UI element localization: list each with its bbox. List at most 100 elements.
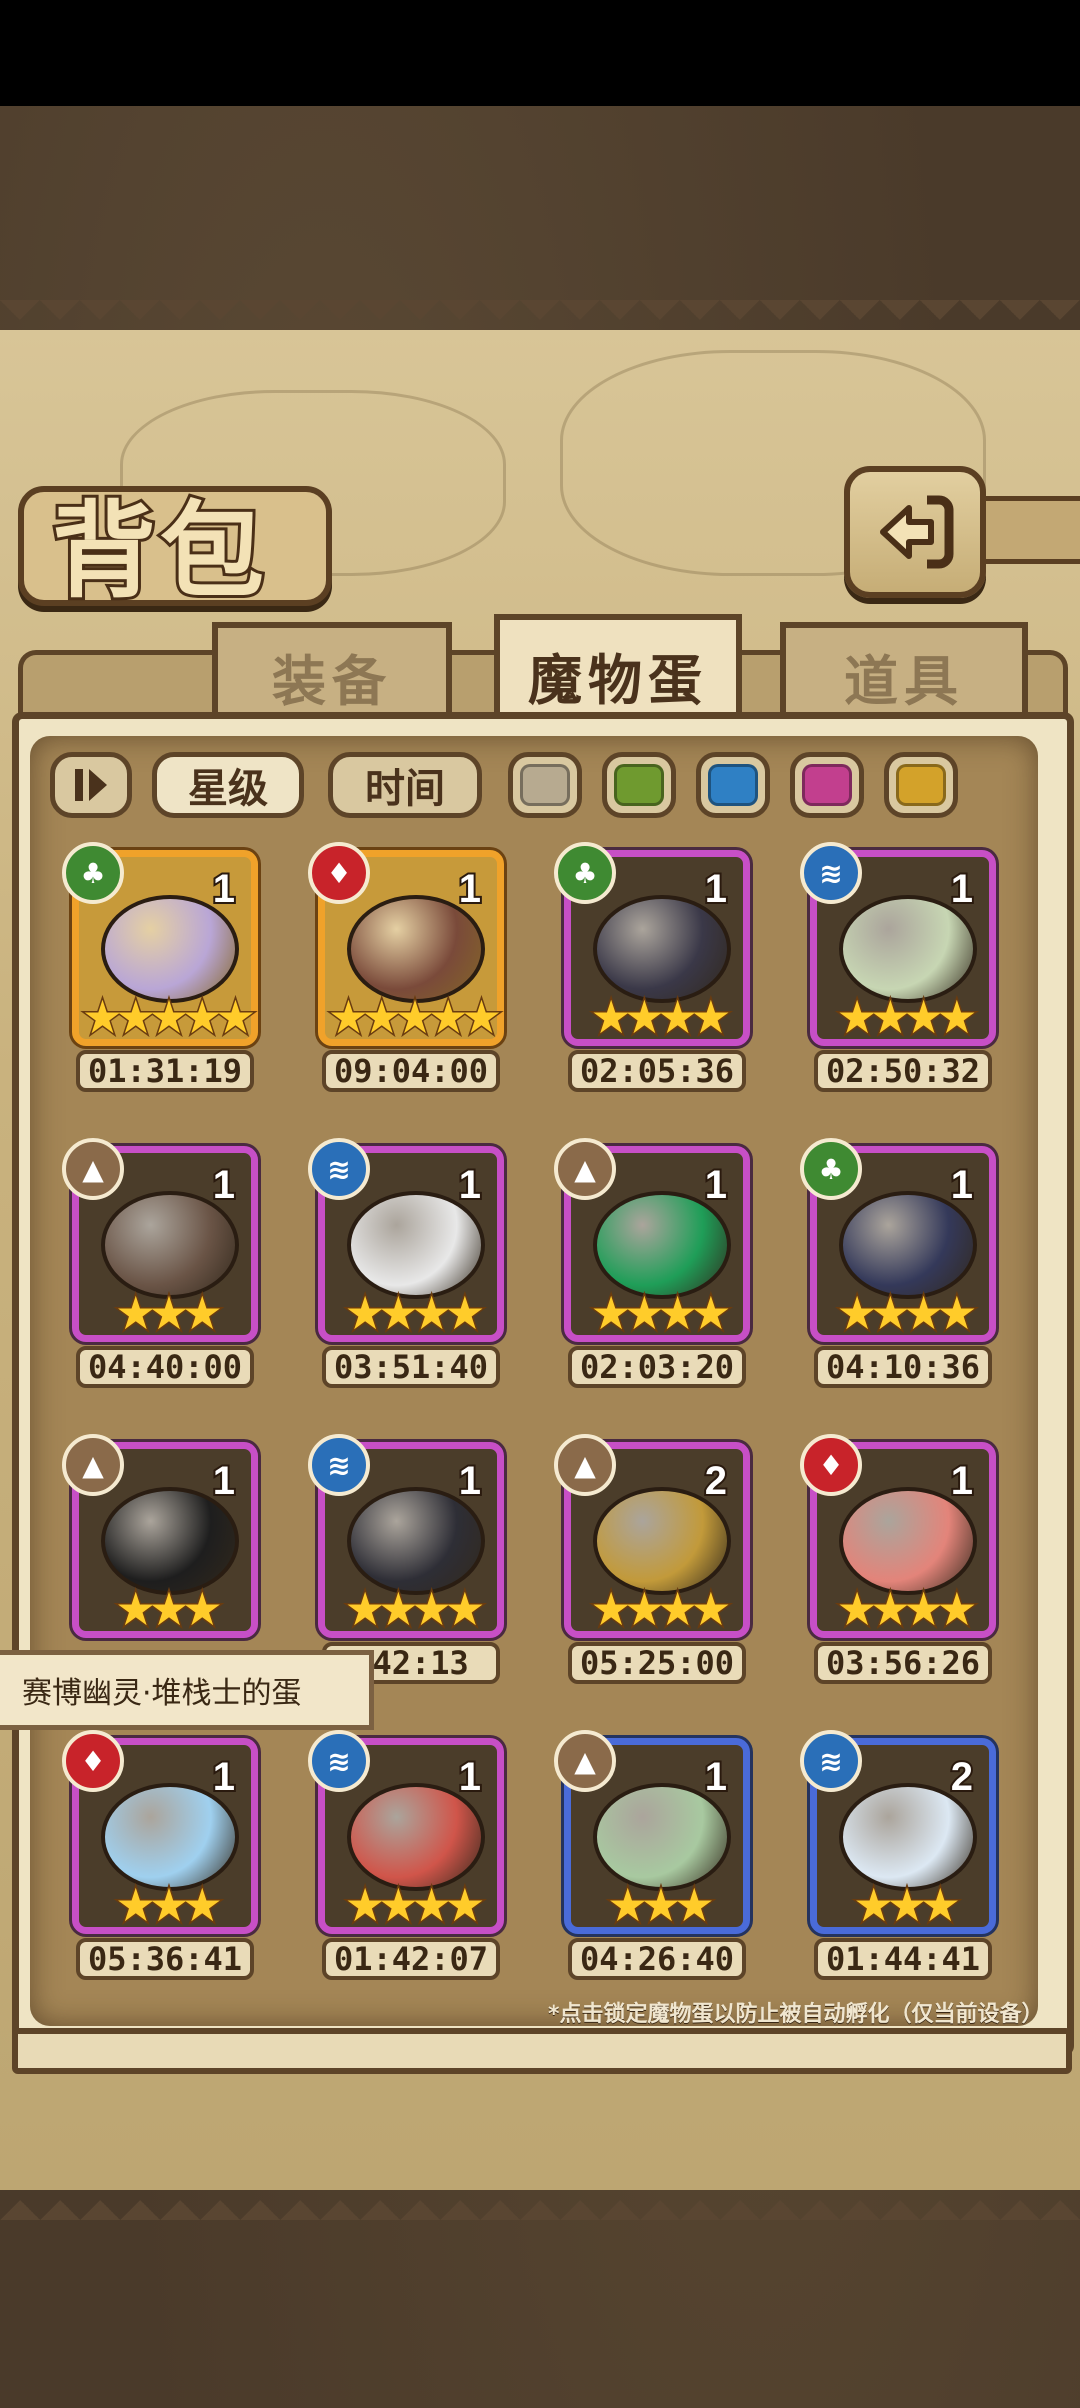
rarity-swatch	[708, 764, 758, 806]
tab-label: 道具	[844, 648, 964, 713]
hatch-timer: 09:04:00	[322, 1050, 500, 1092]
sort-by-star-button[interactable]: 星级	[152, 752, 304, 818]
sort-time-label: 时间	[365, 766, 445, 812]
star-rating: ★★★★★	[80, 990, 257, 1044]
star-rating: ★★★★★	[326, 990, 503, 1044]
star-rating: ★★★	[114, 1286, 225, 1340]
star-rating: ★★★	[114, 1878, 225, 1932]
filter-rarity-uncommon[interactable]	[602, 752, 676, 818]
egg-card[interactable]: 1 ♦ ★★★ 05:36:41	[62, 1730, 268, 1988]
hatch-timer: 02:05:36	[568, 1050, 746, 1092]
filter-rarity-epic[interactable]	[790, 752, 864, 818]
egg-count: 1	[457, 865, 483, 913]
egg-count: 1	[211, 1753, 237, 1801]
water-element-icon: ≋	[800, 1730, 862, 1792]
rarity-swatch	[802, 764, 852, 806]
back-button[interactable]	[844, 466, 986, 598]
hatch-timer: 03:51:40	[322, 1346, 500, 1388]
grass-element-icon: ♣	[554, 842, 616, 904]
egg-count: 1	[457, 1457, 483, 1505]
page-title: 背包	[49, 486, 269, 615]
rarity-swatch	[520, 764, 570, 806]
grass-element-icon: ♣	[800, 1138, 862, 1200]
earth-element-icon: ▲	[554, 1434, 616, 1496]
earth-element-icon: ▲	[62, 1138, 124, 1200]
tooltip-text: 赛博幽灵·堆栈士的蛋	[22, 1676, 302, 1711]
star-rating: ★★★★	[835, 1286, 979, 1340]
egg-card[interactable]: 1 ♦ ★★★★ 03:56:26	[800, 1434, 1006, 1692]
filter-rarity-common[interactable]	[508, 752, 582, 818]
egg-card[interactable]: 1 ≋ ★★★★ 03:51:40	[308, 1138, 514, 1396]
egg-count: 1	[457, 1161, 483, 1209]
hatch-timer: 05:36:41	[76, 1938, 254, 1980]
star-rating: ★★★	[606, 1878, 717, 1932]
egg-card[interactable]: 1 ♦ ★★★★★ 09:04:00	[308, 842, 514, 1100]
star-rating: ★★★★	[343, 1878, 487, 1932]
fire-element-icon: ♦	[308, 842, 370, 904]
water-element-icon: ≋	[800, 842, 862, 904]
hatch-timer: 05:25:00	[568, 1642, 746, 1684]
rarity-swatch	[896, 764, 946, 806]
star-rating: ★★★	[114, 1582, 225, 1636]
water-element-icon: ≋	[308, 1138, 370, 1200]
egg-card[interactable]: 1 ♣ ★★★★★ 01:31:19	[62, 842, 268, 1100]
fire-element-icon: ♦	[62, 1730, 124, 1792]
egg-count: 1	[703, 1161, 729, 1209]
earth-element-icon: ▲	[62, 1434, 124, 1496]
back-arrow-icon	[880, 495, 954, 569]
star-rating: ★★★★	[589, 1582, 733, 1636]
egg-card[interactable]: 2 ▲ ★★★★ 05:25:00	[554, 1434, 760, 1692]
hatch-timer: 04:10:36	[814, 1346, 992, 1388]
egg-count: 1	[949, 1161, 975, 1209]
tab-items[interactable]: 道具	[780, 622, 1028, 724]
zigzag-bottom-edge	[0, 2180, 1080, 2220]
hatch-timer: 03:56:26	[814, 1642, 992, 1684]
egg-count: 1	[703, 865, 729, 913]
star-rating: ★★★★	[343, 1286, 487, 1340]
hatch-timer: 01:31:19	[76, 1050, 254, 1092]
egg-count: 1	[211, 1161, 237, 1209]
sort-order-toggle[interactable]	[50, 752, 132, 818]
tab-label: 魔物蛋	[528, 647, 708, 712]
panel-bottom-rail	[12, 2028, 1072, 2074]
status-bar	[0, 0, 1080, 106]
hatch-timer: 02:50:32	[814, 1050, 992, 1092]
egg-count: 1	[211, 865, 237, 913]
rarity-swatch	[614, 764, 664, 806]
water-element-icon: ≋	[308, 1434, 370, 1496]
star-rating: ★★★★	[589, 990, 733, 1044]
sort-by-time-button[interactable]: 时间	[328, 752, 482, 818]
hatch-timer: 01:42:07	[322, 1938, 500, 1980]
sort-star-label: 星级	[188, 766, 268, 812]
egg-count: 1	[457, 1753, 483, 1801]
star-rating: ★★★★	[589, 1286, 733, 1340]
filter-rarity-rare[interactable]	[696, 752, 770, 818]
egg-card[interactable]: 1 ▲ ★★★ 04:40:00	[62, 1138, 268, 1396]
hatch-timer: 01:44:41	[814, 1938, 992, 1980]
egg-count: 1	[949, 865, 975, 913]
earth-element-icon: ▲	[554, 1138, 616, 1200]
filter-rarity-legendary[interactable]	[884, 752, 958, 818]
star-rating: ★★★	[852, 1878, 963, 1932]
sort-toggle-icon	[75, 769, 107, 801]
fire-element-icon: ♦	[800, 1434, 862, 1496]
grass-element-icon: ♣	[62, 842, 124, 904]
egg-card[interactable]: 1 ♣ ★★★★ 02:05:36	[554, 842, 760, 1100]
star-rating: ★★★★	[835, 1582, 979, 1636]
egg-count: 2	[949, 1753, 975, 1801]
tab-equipment[interactable]: 装备	[212, 622, 452, 724]
egg-card[interactable]: 1 ▲ ★★★★ 02:03:20	[554, 1138, 760, 1396]
egg-card[interactable]: 2 ≋ ★★★ 01:44:41	[800, 1730, 1006, 1988]
hatch-timer: 02:03:20	[568, 1346, 746, 1388]
egg-card[interactable]: 1 ♣ ★★★★ 04:10:36	[800, 1138, 1006, 1396]
water-element-icon: ≋	[308, 1730, 370, 1792]
tab-label: 装备	[272, 648, 392, 713]
egg-card[interactable]: 1 ≋ ★★★★ 02:50:32	[800, 842, 1006, 1100]
egg-count: 1	[211, 1457, 237, 1505]
egg-card[interactable]: 1 ≋ ★★★★ 01:42:07	[308, 1730, 514, 1988]
lock-hint-text: *点击锁定魔物蛋以防止被自动孵化（仅当前设备）	[548, 2002, 1044, 2027]
egg-count: 1	[949, 1457, 975, 1505]
egg-card[interactable]: 1 ▲ ★★★ 04:26:40	[554, 1730, 760, 1988]
star-rating: ★★★★	[343, 1582, 487, 1636]
star-rating: ★★★★	[835, 990, 979, 1044]
